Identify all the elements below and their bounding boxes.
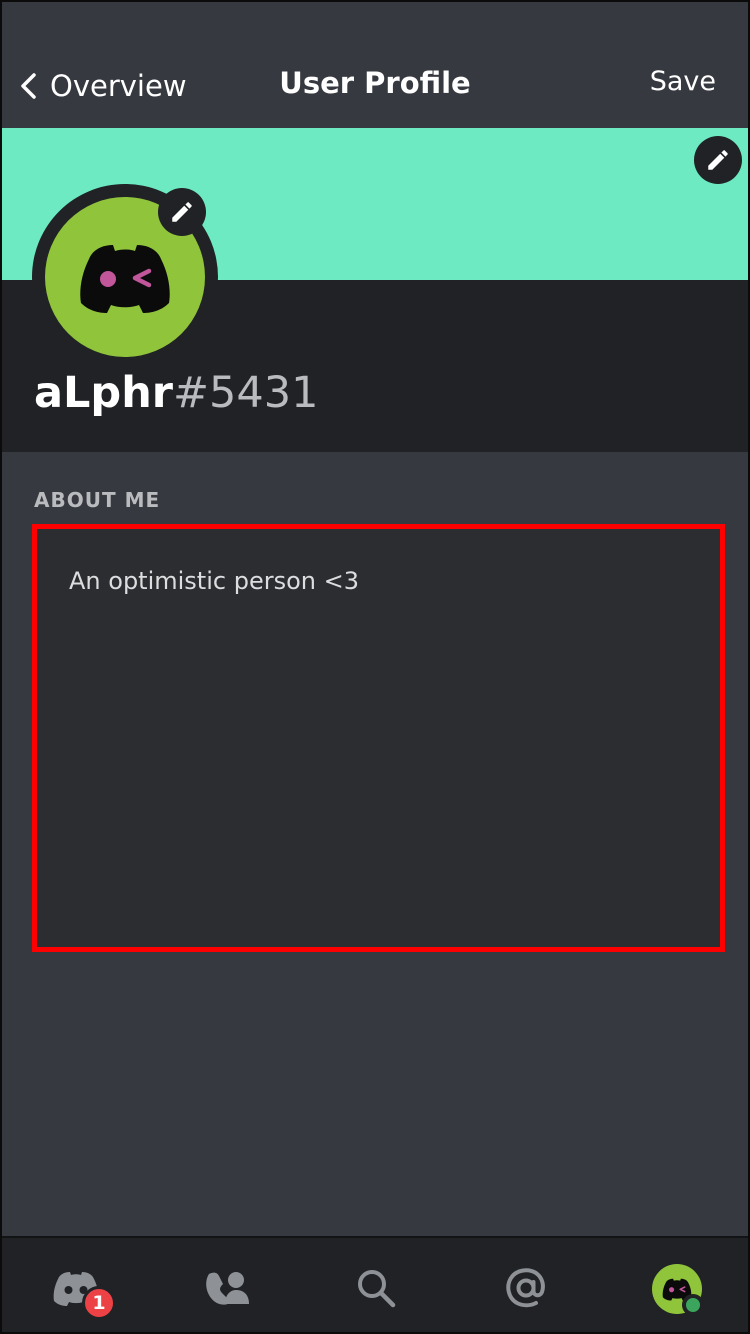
about-me-label: ABOUT ME	[34, 488, 161, 512]
nav-mentions[interactable]	[498, 1260, 554, 1316]
online-status-indicator	[682, 1294, 704, 1316]
pencil-icon	[172, 202, 192, 222]
edit-banner-button[interactable]	[694, 136, 742, 184]
edit-avatar-button[interactable]	[158, 188, 206, 236]
mentions-icon	[506, 1268, 545, 1308]
app-frame: Overview User Profile Save aLphr#5431 AB…	[0, 0, 750, 1334]
search-icon	[358, 1270, 396, 1308]
page-title: User Profile	[279, 66, 471, 100]
bottom-nav: 1	[2, 1236, 748, 1332]
username-discriminator: #5431	[173, 368, 319, 418]
nav-friends[interactable]	[200, 1260, 256, 1316]
save-button[interactable]: Save	[650, 66, 716, 97]
username-name: aLphr	[34, 368, 174, 418]
discord-logo-icon	[80, 245, 170, 313]
header: Overview User Profile Save	[2, 2, 748, 128]
about-me-text: An optimistic person <3	[69, 567, 359, 595]
friends-icon	[206, 1272, 249, 1305]
notification-badge: 1	[82, 1286, 116, 1320]
username: aLphr#5431	[34, 368, 318, 418]
about-me-input[interactable]: An optimistic person <3	[32, 524, 725, 952]
pencil-icon	[708, 150, 728, 170]
nav-search[interactable]	[348, 1260, 404, 1316]
